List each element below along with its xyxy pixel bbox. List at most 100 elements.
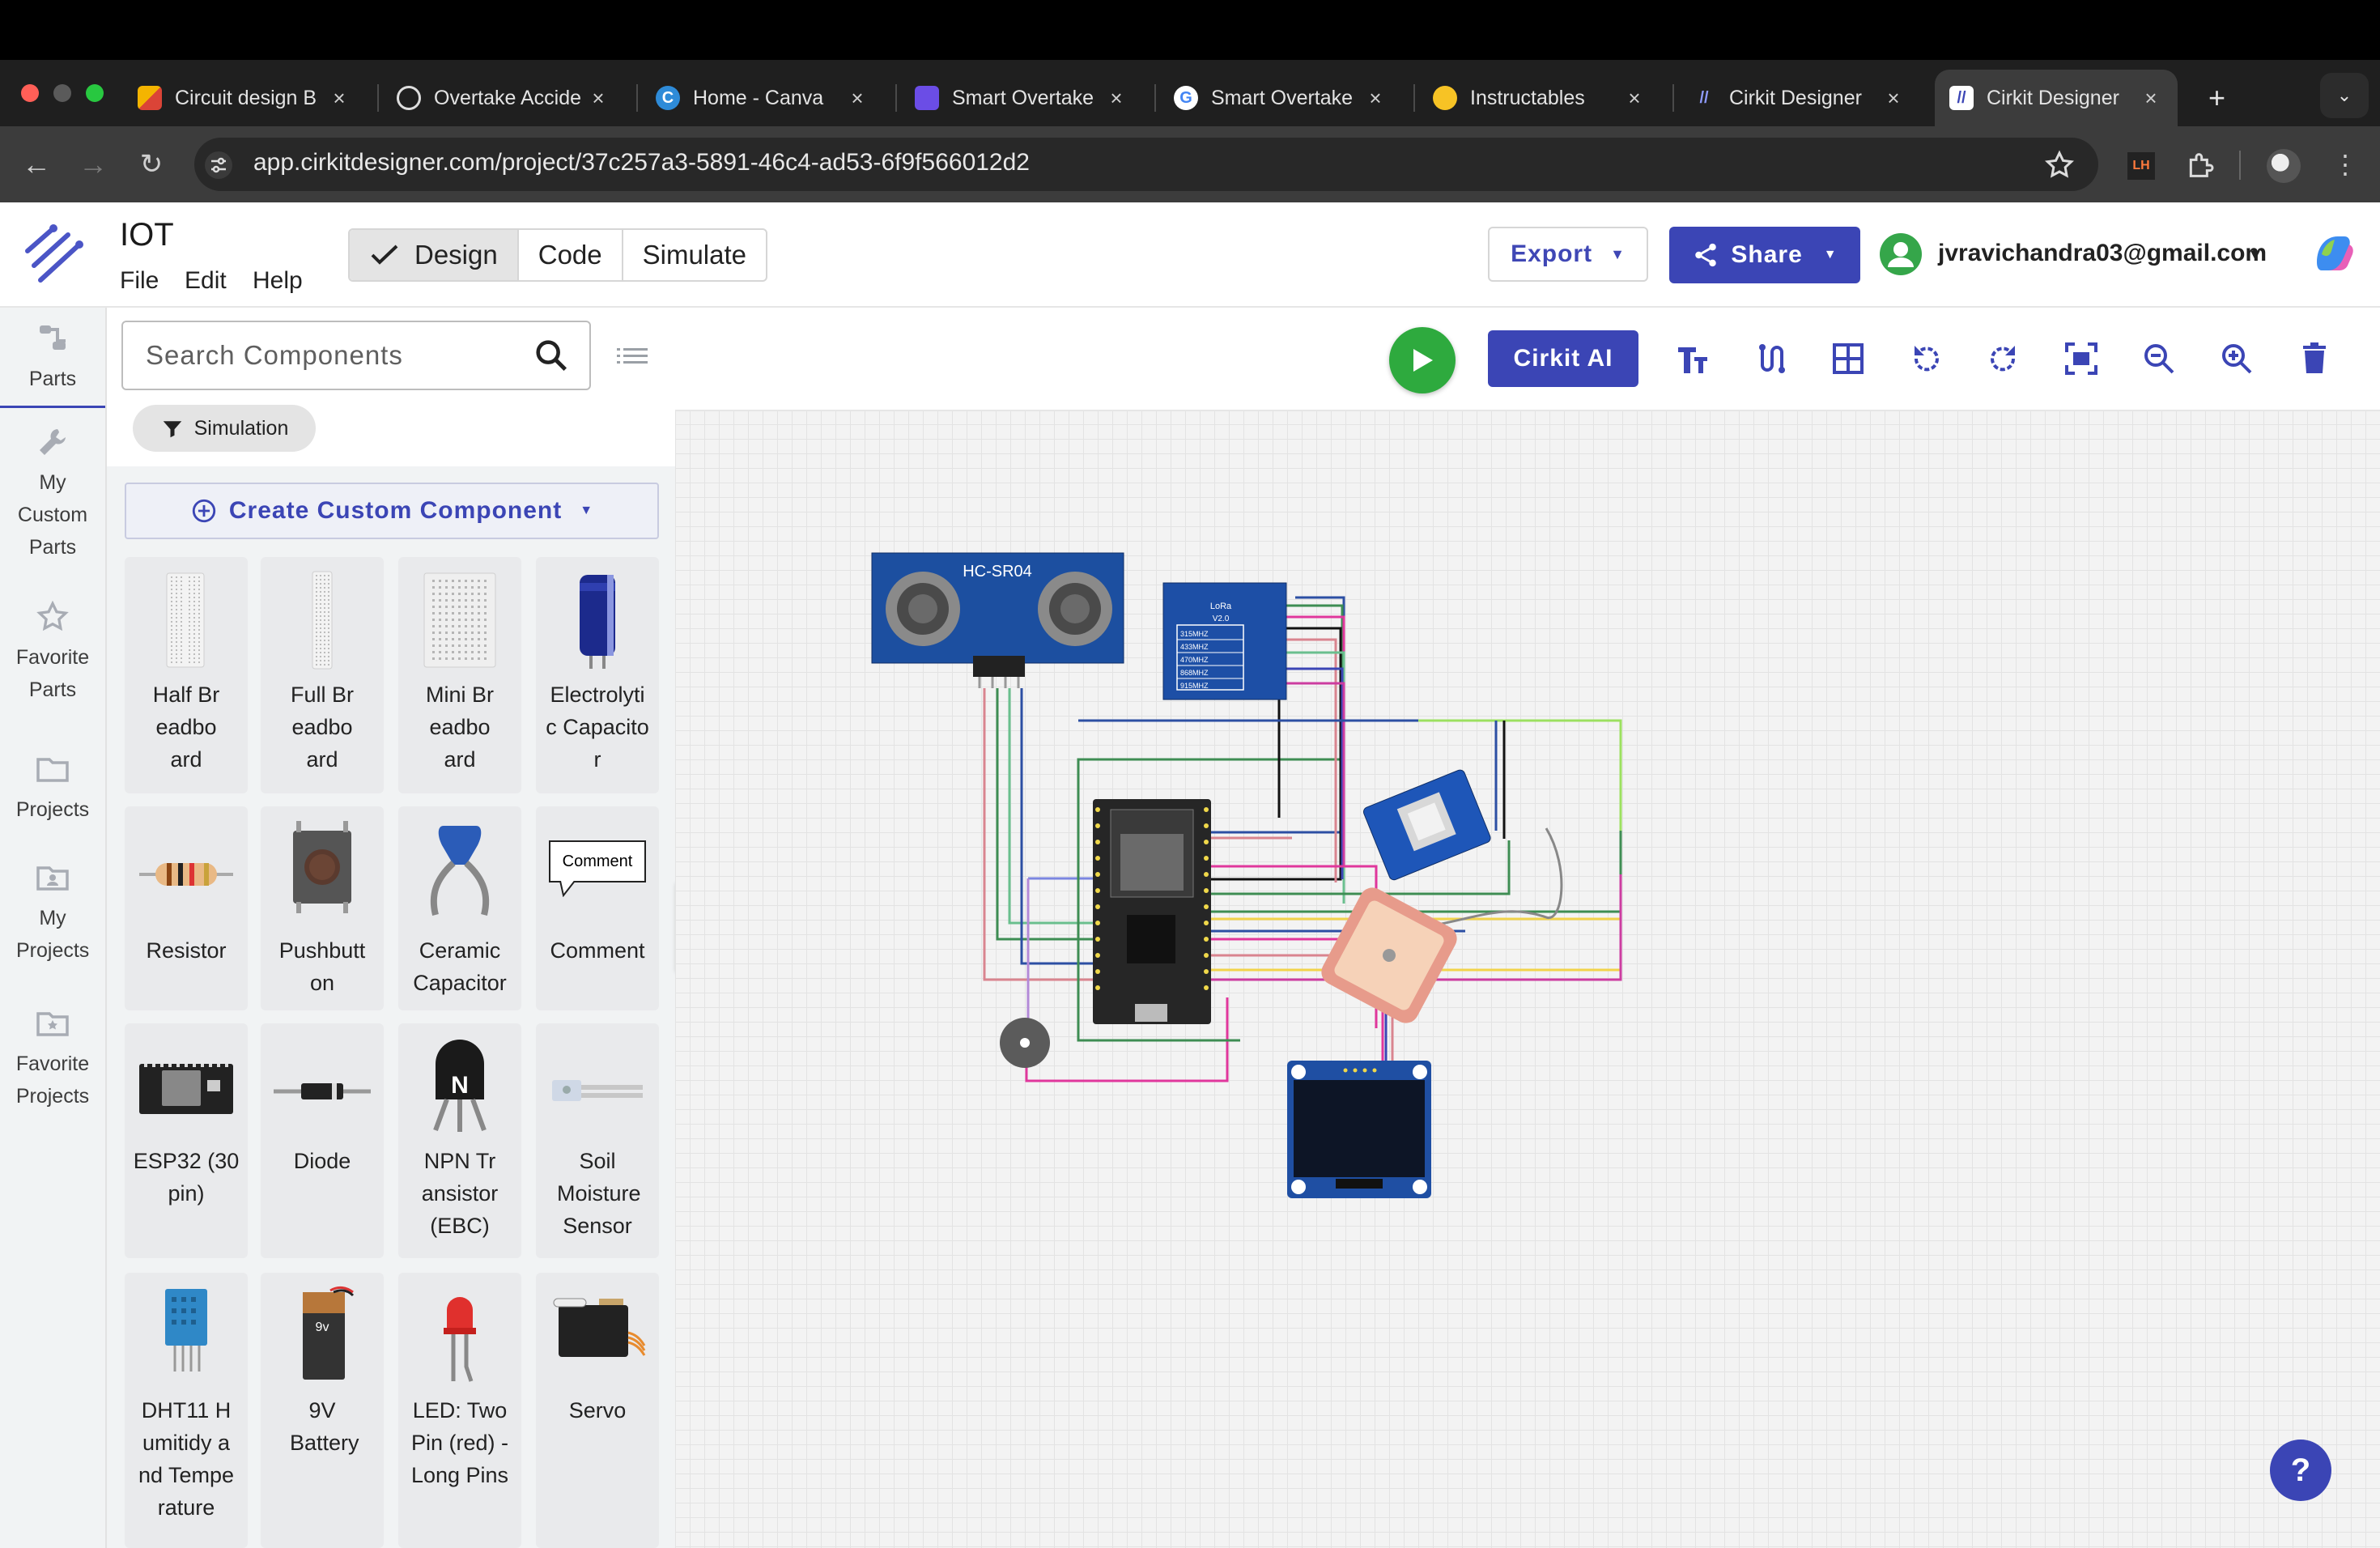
toolbar-divider xyxy=(2239,151,2241,180)
part-card-npn-transistor[interactable]: N NPN Transistor (EBC) xyxy=(398,1023,521,1258)
tab-divider xyxy=(1672,84,1674,112)
extensions-puzzle-icon[interactable] xyxy=(2184,149,2216,181)
part-card-comment[interactable]: Comment Comment xyxy=(536,806,659,1010)
export-label: Export xyxy=(1511,240,1593,267)
part-card-ceramic-capacitor[interactable]: Ceramic Capacitor xyxy=(398,806,521,1010)
browser-tab[interactable]: Instructables × xyxy=(1418,70,1661,126)
profile-avatar[interactable] xyxy=(2267,149,2301,183)
close-tab-icon[interactable]: × xyxy=(1363,86,1388,111)
part-label: Comment xyxy=(550,938,645,963)
caret-down-icon[interactable]: ▼ xyxy=(2247,246,2263,265)
run-simulation-button[interactable] xyxy=(1389,327,1456,393)
part-card-servo[interactable]: Servo xyxy=(536,1273,659,1548)
rail-item-my-projects[interactable]: My Projects xyxy=(0,860,105,967)
browser-tab[interactable]: Smart Overtake × xyxy=(900,70,1143,126)
bookmark-star-icon[interactable] xyxy=(2043,149,2076,181)
site-settings-icon[interactable] xyxy=(204,151,233,180)
electrolytic-capacitor-icon xyxy=(580,575,615,669)
browser-tab[interactable]: C Home - Canva × xyxy=(641,70,884,126)
simulation-filter-chip[interactable]: Simulation xyxy=(133,405,316,452)
browser-tab-active[interactable]: // Cirkit Designer × xyxy=(1935,70,2178,126)
user-email[interactable]: jvravichandra03@gmail.com xyxy=(1938,240,2267,267)
undo-button[interactable] xyxy=(1906,338,1946,379)
zoom-in-button[interactable] xyxy=(2216,338,2257,379)
rail-item-favorite-parts[interactable]: Favorite Parts xyxy=(0,599,105,706)
copilot-icon[interactable] xyxy=(2310,230,2357,277)
reload-button[interactable]: ↻ xyxy=(131,144,172,185)
close-tab-icon[interactable]: × xyxy=(327,86,351,111)
tab-design[interactable]: Design xyxy=(350,230,519,280)
forward-button[interactable]: → xyxy=(73,144,113,185)
part-label: Servo xyxy=(568,1398,627,1423)
minimize-window-icon[interactable] xyxy=(53,84,71,102)
browser-tab[interactable]: Overtake Accide × xyxy=(382,70,625,126)
delete-button[interactable] xyxy=(2294,338,2335,379)
rail-item-label: Favorite Parts xyxy=(15,646,90,701)
maximize-window-icon[interactable] xyxy=(86,84,104,102)
grid-toggle-button[interactable] xyxy=(1828,338,1868,379)
wire-tool-button[interactable] xyxy=(1750,338,1791,379)
list-view-icon[interactable] xyxy=(615,340,651,372)
mode-switcher: Design Code Simulate xyxy=(348,228,768,282)
comment-tail-icon xyxy=(559,881,576,897)
menu-help[interactable]: Help xyxy=(253,267,303,295)
part-card-half-breadboard[interactable]: Half Breadboard xyxy=(125,557,248,793)
part-card-9v-battery[interactable]: 9v 9V Battery xyxy=(261,1273,384,1548)
redo-button[interactable] xyxy=(1983,338,2024,379)
rail-item-favorite-projects[interactable]: Favorite Projects xyxy=(0,1006,105,1112)
close-tab-icon[interactable]: × xyxy=(845,86,869,111)
part-card-electrolytic-capacitor[interactable]: Electrolytic Capacitor xyxy=(536,557,659,793)
browser-tab[interactable]: Circuit design B × xyxy=(123,70,366,126)
part-card-resistor[interactable]: Resistor xyxy=(125,806,248,1010)
browser-menu-icon[interactable]: ⋮ xyxy=(2325,144,2365,185)
search-icon[interactable] xyxy=(533,337,570,374)
design-canvas[interactable] xyxy=(675,308,2380,1548)
part-card-esp32[interactable]: ESP32 (30 pin) xyxy=(125,1023,248,1258)
tab-code[interactable]: Code xyxy=(519,230,623,280)
soil-moisture-icon xyxy=(552,1080,643,1101)
part-card-full-breadboard[interactable]: Full Breadboard xyxy=(261,557,384,793)
search-input[interactable]: Search Components xyxy=(146,340,403,371)
close-window-icon[interactable] xyxy=(21,84,39,102)
back-button[interactable]: ← xyxy=(16,144,57,185)
close-tab-icon[interactable]: × xyxy=(1622,86,1647,111)
rail-item-parts[interactable]: Parts xyxy=(0,321,105,395)
export-button[interactable]: Export ▼ xyxy=(1488,227,1648,282)
close-tab-icon[interactable]: × xyxy=(2139,86,2163,111)
user-avatar-icon[interactable] xyxy=(1880,233,1922,275)
close-tab-icon[interactable]: × xyxy=(1881,86,1906,111)
part-card-mini-breadboard[interactable]: Mini Breadboard xyxy=(398,557,521,793)
rail-item-my-custom-parts[interactable]: My Custom Parts xyxy=(0,424,105,563)
rail-item-projects[interactable]: Projects xyxy=(0,751,105,826)
rotate-left-icon xyxy=(1914,346,1939,372)
part-card-pushbutton[interactable]: Pushbutton xyxy=(261,806,384,1010)
close-tab-icon[interactable]: × xyxy=(1104,86,1128,111)
zoom-out-button[interactable] xyxy=(2139,338,2179,379)
browser-tab[interactable]: G Smart Overtake × xyxy=(1159,70,1402,126)
part-card-dht11[interactable]: DHT11 Humitidy and Temperature xyxy=(125,1273,248,1548)
create-custom-component-button[interactable]: Create Custom Component ▼ xyxy=(125,483,659,539)
project-title[interactable]: IOT xyxy=(120,217,174,253)
star-folder-icon xyxy=(36,1012,69,1036)
new-tab-button[interactable]: + xyxy=(2194,70,2234,126)
cirkit-ai-button[interactable]: Cirkit AI xyxy=(1488,330,1638,387)
tab-search-button[interactable]: ⌄ xyxy=(2320,73,2369,118)
tab-simulate[interactable]: Simulate xyxy=(623,230,766,280)
part-card-diode[interactable]: Diode xyxy=(261,1023,384,1258)
menu-edit[interactable]: Edit xyxy=(185,267,227,295)
url-text[interactable]: app.cirkitdesigner.com/project/37c257a3-… xyxy=(253,149,1030,176)
rail-item-label: Parts xyxy=(28,368,77,390)
close-tab-icon[interactable]: × xyxy=(586,86,610,111)
lighthouse-extension-icon[interactable]: LH xyxy=(2127,152,2155,180)
browser-tab[interactable]: // Cirkit Designer × xyxy=(1677,70,1920,126)
share-icon xyxy=(1695,243,1717,267)
menu-file[interactable]: File xyxy=(120,267,159,295)
part-card-led[interactable]: LED: Two Pin (red) - Long Pins xyxy=(398,1273,521,1548)
text-tool-button[interactable] xyxy=(1672,338,1713,379)
help-button[interactable]: ? xyxy=(2270,1440,2331,1501)
part-card-soil-moisture[interactable]: Soil Moisture Sensor xyxy=(536,1023,659,1258)
fit-to-screen-button[interactable] xyxy=(2061,338,2102,379)
cirkit-logo-icon[interactable] xyxy=(23,223,84,285)
share-button[interactable]: Share ▼ xyxy=(1669,227,1860,283)
wrench-icon xyxy=(40,429,66,455)
